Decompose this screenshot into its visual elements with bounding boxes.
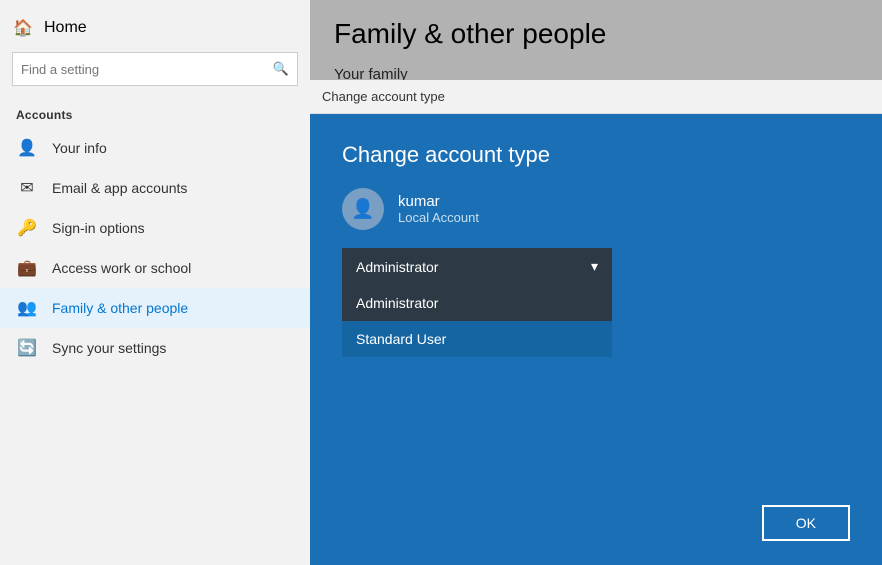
dialog-avatar-icon: 👤 <box>351 197 375 221</box>
briefcase-icon: 💼 <box>16 258 38 278</box>
accounts-section-label: Accounts <box>0 102 310 128</box>
dropdown-options: Administrator Standard User <box>342 285 612 357</box>
sidebar-item-your-info[interactable]: 👤 Your info <box>0 128 310 168</box>
sidebar-item-label: Family & other people <box>52 300 188 316</box>
dialog-footer: OK <box>342 485 850 541</box>
sidebar-item-label: Access work or school <box>52 260 191 276</box>
key-icon: 🔑 <box>16 218 38 238</box>
dialog-user-info: kumar Local Account <box>398 193 479 225</box>
sidebar-item-sync-settings[interactable]: 🔄 Sync your settings <box>0 328 310 368</box>
sidebar-item-label: Your info <box>52 140 107 156</box>
search-box[interactable]: 🔍 <box>12 52 298 86</box>
sidebar-item-sign-in-options[interactable]: 🔑 Sign-in options <box>0 208 310 248</box>
sidebar-item-label: Sign-in options <box>52 220 145 236</box>
sidebar-item-label: Sync your settings <box>52 340 166 356</box>
people-icon: 👥 <box>16 298 38 318</box>
dropdown-selected-label: Administrator <box>356 259 438 275</box>
home-icon: 🏠 <box>12 18 34 38</box>
sidebar: 🏠 Home 🔍 Accounts 👤 Your info ✉ Email & … <box>0 0 310 565</box>
home-nav-item[interactable]: 🏠 Home <box>0 10 310 48</box>
dialog-titlebar-text: Change account type <box>322 89 445 104</box>
home-label: Home <box>44 19 87 37</box>
dropdown-selected[interactable]: Administrator ▾ <box>342 248 612 285</box>
email-icon: ✉ <box>16 178 38 198</box>
main-content: Family & other people Your family + Add … <box>310 0 882 565</box>
search-input[interactable] <box>21 62 273 77</box>
dialog-user-row: 👤 kumar Local Account <box>342 188 850 230</box>
dialog-user-name: kumar <box>398 193 479 210</box>
sidebar-item-family-other-people[interactable]: 👥 Family & other people <box>0 288 310 328</box>
account-type-dropdown[interactable]: Administrator ▾ Administrator Standard U… <box>342 248 612 285</box>
ok-button[interactable]: OK <box>762 505 850 541</box>
chevron-down-icon: ▾ <box>591 258 598 275</box>
dialog-user-sub: Local Account <box>398 210 479 225</box>
sidebar-item-label: Email & app accounts <box>52 180 187 196</box>
search-icon: 🔍 <box>273 61 289 77</box>
sidebar-item-email-app-accounts[interactable]: ✉ Email & app accounts <box>0 168 310 208</box>
sync-icon: 🔄 <box>16 338 38 358</box>
dialog-avatar: 👤 <box>342 188 384 230</box>
dropdown-option-administrator[interactable]: Administrator <box>342 285 612 321</box>
dialog-titlebar: Change account type <box>310 80 882 114</box>
your-info-icon: 👤 <box>16 138 38 158</box>
dropdown-option-standard-user[interactable]: Standard User <box>342 321 612 357</box>
dialog-body: Change account type 👤 kumar Local Accoun… <box>310 114 882 565</box>
dialog-heading: Change account type <box>342 142 850 168</box>
sidebar-item-access-work-school[interactable]: 💼 Access work or school <box>0 248 310 288</box>
